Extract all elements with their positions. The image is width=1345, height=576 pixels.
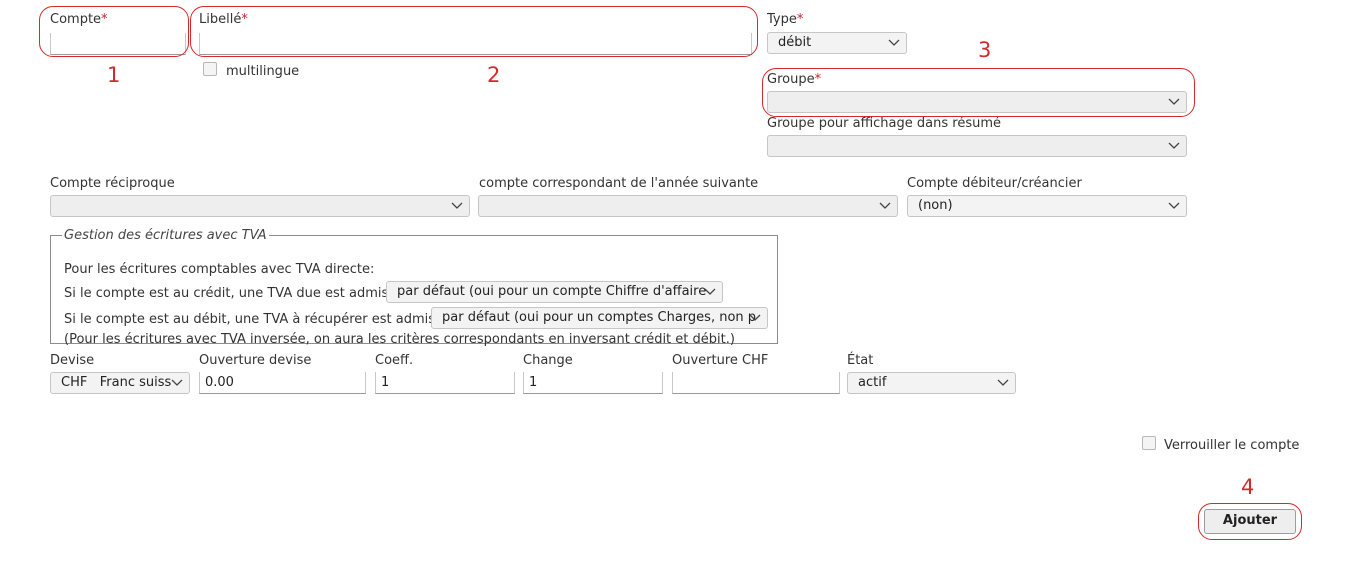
compte-debiteur-value: (non) <box>918 198 953 213</box>
type-label: Type* <box>767 12 804 27</box>
etat-value: actif <box>858 375 887 390</box>
type-select[interactable]: débit <box>767 32 907 54</box>
tva-debit-select[interactable]: par défaut (oui pour un comptes Charges,… <box>431 307 768 329</box>
chevron-down-icon <box>749 313 761 323</box>
tva-credit-label: Si le compte est au crédit, une TVA due … <box>64 286 401 301</box>
chevron-down-icon <box>704 287 716 297</box>
etat-label: État <box>847 353 874 368</box>
tva-credit-select[interactable]: par défaut (oui pour un compte Chiffre d… <box>386 281 723 303</box>
devise-code: CHF <box>61 375 88 390</box>
verrouiller-label: Verrouiller le compte <box>1164 438 1300 453</box>
compte-reciproque-select[interactable] <box>50 195 470 217</box>
compte-annee-suivante-label: compte correspondant de l'année suivante <box>479 176 759 191</box>
change-input[interactable]: 1 <box>523 372 663 394</box>
coeff-input[interactable]: 1 <box>375 372 515 394</box>
etat-select[interactable]: actif <box>847 372 1016 394</box>
chevron-down-icon <box>171 378 183 388</box>
tva-fieldset: Gestion des écritures avec TVA Pour les … <box>50 228 778 347</box>
groupe-affichage-select[interactable] <box>767 135 1187 157</box>
groupe-affichage-label: Groupe pour affichage dans résumé <box>767 116 1001 131</box>
devise-label: Devise <box>50 353 95 368</box>
tva-debit-value: par défaut (oui pour un comptes Charges,… <box>442 310 757 325</box>
multilingue-label: multilingue <box>226 64 300 79</box>
chevron-down-icon <box>1168 201 1180 211</box>
chevron-down-icon <box>888 38 900 48</box>
chevron-down-icon <box>879 201 891 211</box>
annotation-box-4 <box>1198 503 1302 540</box>
devise-select[interactable]: CHF Franc suiss <box>50 372 190 394</box>
type-value: débit <box>778 35 812 50</box>
tva-note: (Pour les écritures avec TVA inversée, o… <box>64 332 735 347</box>
chevron-down-icon <box>997 378 1009 388</box>
compte-debiteur-select[interactable]: (non) <box>907 195 1187 217</box>
compte-annee-suivante-select[interactable] <box>478 195 898 217</box>
annotation-box-1 <box>39 6 189 57</box>
ouverture-chf-input[interactable] <box>672 372 840 394</box>
tva-debit-label: Si le compte est au débit, une TVA à réc… <box>64 312 448 327</box>
tva-intro: Pour les écritures comptables avec TVA d… <box>64 262 375 277</box>
ouverture-devise-input[interactable]: 0.00 <box>199 372 366 394</box>
devise-name: Franc suiss <box>99 375 172 390</box>
change-label: Change <box>523 353 573 368</box>
annotation-number-3: 3 <box>978 38 992 62</box>
annotation-number-4: 4 <box>1241 475 1255 499</box>
tva-credit-value: par défaut (oui pour un compte Chiffre d… <box>397 284 707 299</box>
annotation-number-1: 1 <box>107 63 121 87</box>
chevron-down-icon <box>451 201 463 211</box>
multilingue-checkbox[interactable] <box>203 62 217 76</box>
chevron-down-icon <box>1168 141 1180 151</box>
annotation-box-3 <box>762 68 1195 117</box>
ouverture-devise-label: Ouverture devise <box>199 353 312 368</box>
compte-reciproque-label: Compte réciproque <box>50 176 175 191</box>
compte-debiteur-label: Compte débiteur/créancier <box>907 176 1082 191</box>
coeff-label: Coeff. <box>375 353 414 368</box>
annotation-box-2 <box>190 6 758 57</box>
annotation-number-2: 2 <box>487 63 501 87</box>
ouverture-chf-label: Ouverture CHF <box>672 353 769 368</box>
tva-legend: Gestion des écritures avec TVA <box>64 228 267 243</box>
verrouiller-checkbox[interactable] <box>1142 436 1156 450</box>
